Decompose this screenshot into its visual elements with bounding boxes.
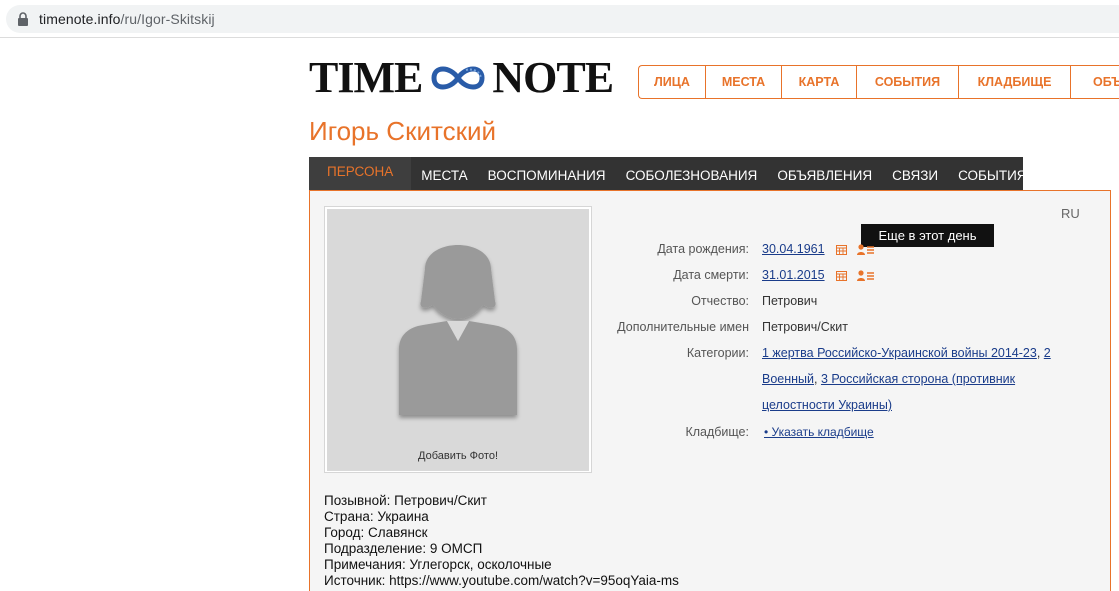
persons-list-icon[interactable] [856, 270, 875, 282]
cemetery-label: Кладбище: [685, 425, 749, 439]
infinity-logo-icon [431, 66, 485, 90]
language-switch[interactable]: RU [1061, 206, 1080, 221]
category-link-war-victim[interactable]: 1 жертва Российско-Украинской войны 2014… [762, 346, 1037, 360]
calendar-icon[interactable] [836, 244, 848, 256]
biography-text: Позывной: Петрович/Скит Страна: Украина … [324, 493, 679, 589]
nav-cemetery[interactable]: КЛАДБИЩЕ [959, 66, 1071, 98]
death-date-row: 31.01.2015 [762, 268, 875, 282]
tab-places[interactable]: МЕСТА [411, 157, 477, 190]
categories-label: Категории: [686, 346, 749, 360]
set-cemetery-link[interactable]: • Указать кладбище [764, 425, 874, 439]
bio-country: Страна: Украина [324, 509, 429, 524]
page-title: Игорь Скитский [309, 116, 497, 146]
browser-address-bar: timenote.info/ru/Igor-Skitskij [0, 0, 1119, 38]
nav-places[interactable]: МЕСТА [706, 66, 782, 98]
death-date-label: Дата смерти: [673, 268, 749, 282]
on-this-day-tooltip: Еще в этот день [861, 224, 994, 247]
lock-icon [18, 12, 28, 26]
extra-names-value: Петрович/Скит [762, 320, 848, 334]
categories-value: 1 жертва Российско-Украинской войны 2014… [762, 346, 1051, 412]
site-logo[interactable]: TIME NOTE [309, 53, 614, 102]
tab-condolences[interactable]: СОБОЛЕЗНОВАНИЯ [616, 157, 768, 190]
profile-photo[interactable]: Добавить Фото! [324, 206, 592, 473]
tab-person[interactable]: ПЕРСОНА [309, 157, 412, 190]
birth-date-label: Дата рождения: [657, 242, 749, 256]
url-text[interactable]: timenote.info/ru/Igor-Skitskij [39, 11, 215, 27]
tab-relations[interactable]: СВЯЗИ [882, 157, 948, 190]
nav-map[interactable]: КАРТА [782, 66, 857, 98]
logo-word-time: TIME [309, 53, 423, 102]
extra-names-label: Дополнительные имен [617, 320, 749, 334]
nav-ads[interactable]: ОБЪ [1071, 66, 1119, 98]
add-photo-link[interactable]: Добавить Фото! [325, 450, 591, 462]
female-silhouette-icon [399, 245, 517, 415]
death-date-link[interactable]: 31.01.2015 [762, 268, 825, 282]
patronymic-label: Отчество: [691, 294, 749, 308]
photo-placeholder [327, 209, 589, 471]
bio-city: Город: Славянск [324, 525, 428, 540]
profile-tabs: ПЕРСОНА МЕСТА ВОСПОМИНАНИЯ СОБОЛЕЗНОВАНИ… [309, 157, 1027, 190]
birth-date-link[interactable]: 30.04.1961 [762, 242, 825, 256]
calendar-icon[interactable] [836, 270, 848, 282]
patronymic-value: Петрович [762, 294, 818, 308]
bio-notes: Примечания: Углегорск, осколочные [324, 557, 552, 572]
tab-memories[interactable]: ВОСПОМИНАНИЯ [478, 157, 616, 190]
nav-faces[interactable]: ЛИЦА [639, 66, 706, 98]
bio-source: Источник: https://www.youtube.com/watch?… [324, 573, 679, 588]
tab-events[interactable]: СОБЫТИЯ [948, 157, 1036, 190]
bio-unit: Подразделение: 9 ОМСП [324, 541, 483, 556]
nav-events[interactable]: СОБЫТИЯ [857, 66, 959, 98]
cemetery-value: • Указать кладбище [764, 425, 874, 439]
bio-callsign: Позывной: Петрович/Скит [324, 493, 487, 508]
top-navigation: ЛИЦА МЕСТА КАРТА СОБЫТИЯ КЛАДБИЩЕ ОБЪ [638, 65, 1119, 99]
tab-announcements[interactable]: ОБЪЯВЛЕНИЯ [767, 157, 882, 190]
birth-date-row: 30.04.1961 [762, 242, 875, 256]
logo-word-note: NOTE [492, 53, 614, 102]
persons-list-icon[interactable] [856, 244, 875, 256]
